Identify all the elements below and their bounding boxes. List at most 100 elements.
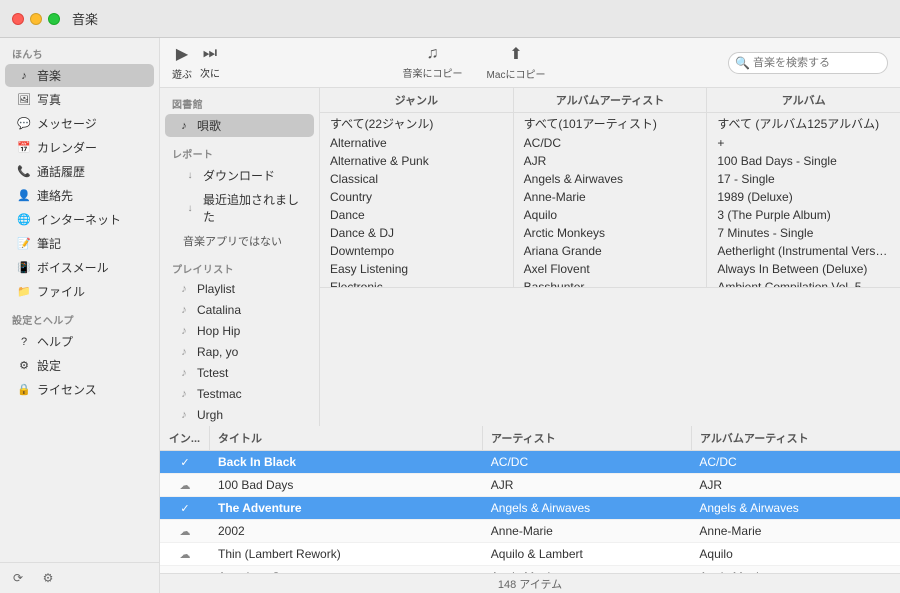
- sidebar-item-internet[interactable]: 🌐インターネット: [5, 208, 154, 231]
- playlist-icon-playlist: ♪: [177, 282, 191, 296]
- sidebar-item-files[interactable]: 📁ファイル: [5, 280, 154, 303]
- browser-item-album-artist[interactable]: Angels & Airwaves: [514, 170, 707, 188]
- mac-icon: ⬆: [509, 44, 522, 64]
- playlist-item-catalina[interactable]: ♪Catalina: [165, 300, 314, 320]
- sidebar-item-calendar[interactable]: 📅カレンダー: [5, 136, 154, 159]
- sidebar-item-messages[interactable]: 💬メッセージ: [5, 112, 154, 135]
- browser-item-album-artist[interactable]: Axel Flovent: [514, 260, 707, 278]
- browser-item-album[interactable]: +: [707, 134, 900, 152]
- next-label: 次に: [200, 65, 220, 80]
- playlist-icon-testmac: ♪: [177, 387, 191, 401]
- track-index: ✓: [160, 452, 210, 473]
- track-album-artist: Aquilo: [691, 543, 900, 565]
- track-row[interactable]: ✓ Back In Black AC/DC AC/DC: [160, 451, 900, 474]
- browser-item-album[interactable]: Always In Between (Deluxe): [707, 260, 900, 278]
- browser-item-album-artist[interactable]: AJR: [514, 152, 707, 170]
- playlist-item-playlist[interactable]: ♪ Playlist: [165, 279, 314, 299]
- browser-item-album-artist[interactable]: Anne-Marie: [514, 188, 707, 206]
- browser-item-album-artist[interactable]: AC/DC: [514, 134, 707, 152]
- sidebar-item-settings[interactable]: ⚙設定: [5, 354, 154, 377]
- sidebar-item-music[interactable]: ♪音楽: [5, 64, 154, 87]
- browser-item-album[interactable]: 1989 (Deluxe): [707, 188, 900, 206]
- track-album-artist: Angels & Airwaves: [691, 497, 900, 519]
- browser-item-genre[interactable]: Classical: [320, 170, 513, 188]
- browser-item-album-artist[interactable]: Basshunter: [514, 278, 707, 287]
- track-row[interactable]: ✓ The Adventure Angels & Airwaves Angels…: [160, 497, 900, 520]
- track-row[interactable]: ☁ 100 Bad Days AJR AJR: [160, 474, 900, 497]
- search-container: 🔍: [728, 52, 888, 74]
- browser-item-album[interactable]: Ambient Compilation Vol. 5 - Save: [707, 278, 900, 287]
- sidebar-item-call-history[interactable]: 📞通話履歴: [5, 160, 154, 183]
- col-header-title: タイトル: [210, 426, 483, 450]
- library-item-songs[interactable]: ♪唄歌: [165, 114, 314, 137]
- browser-item-album-artist[interactable]: すべて(101アーティスト): [514, 113, 707, 134]
- maximize-button[interactable]: [48, 13, 60, 25]
- sidebar-icon-license: 🔒: [17, 383, 31, 397]
- play-icon: ▶: [176, 44, 188, 64]
- track-row[interactable]: ☁ American Sports Arctic Monkeys Arctic …: [160, 566, 900, 573]
- browser-item-genre[interactable]: Country: [320, 188, 513, 206]
- sidebar-label-calendar: カレンダー: [37, 139, 97, 156]
- track-title: Thin (Lambert Rework): [210, 543, 483, 565]
- copy-to-music-button[interactable]: ♫ 音楽にコピー: [403, 45, 463, 80]
- browser-panel-list-album-artist: すべて(101アーティスト)AC/DCAJRAngels & AirwavesA…: [514, 113, 707, 287]
- sidebar-item-help[interactable]: ?ヘルプ: [5, 330, 154, 353]
- not-app-item[interactable]: 音楽アプリではない: [165, 230, 314, 252]
- browser-item-genre[interactable]: Downtempo: [320, 242, 513, 260]
- report-icon-recently-added: ↓: [183, 201, 197, 215]
- sidebar-icon-messages: 💬: [17, 117, 31, 131]
- track-artist: Anne-Marie: [483, 520, 692, 542]
- sidebar-section-header-honchi: ほんち: [0, 38, 159, 63]
- browser-item-album[interactable]: すべて (アルバム125アルバム): [707, 113, 900, 134]
- browser-item-album[interactable]: 7 Minutes - Single: [707, 224, 900, 242]
- playlist-label-playlist: Playlist: [197, 282, 235, 296]
- close-button[interactable]: [12, 13, 24, 25]
- browser-item-genre[interactable]: Alternative & Punk: [320, 152, 513, 170]
- track-row[interactable]: ☁ 2002 Anne-Marie Anne-Marie: [160, 520, 900, 543]
- search-input[interactable]: [728, 52, 888, 74]
- sidebar-item-notes[interactable]: 📝筆記: [5, 232, 154, 255]
- browser-item-album[interactable]: 17 - Single: [707, 170, 900, 188]
- col-header-artist: アーティスト: [483, 426, 692, 450]
- playlist-item-testmac[interactable]: ♪Testmac: [165, 384, 314, 404]
- playlist-icon-catalina: ♪: [177, 303, 191, 317]
- playlist-item-hop-hip[interactable]: ♪Hop Hip: [165, 321, 314, 341]
- sidebar-item-voicemail[interactable]: 📳ボイスメール: [5, 256, 154, 279]
- minimize-button[interactable]: [30, 13, 42, 25]
- sidebar-bottom-sync[interactable]: ⟳: [6, 569, 30, 587]
- track-row[interactable]: ☁ Thin (Lambert Rework) Aquilo & Lambert…: [160, 543, 900, 566]
- report-item-recently-added[interactable]: ↓最近追加されました: [165, 188, 314, 228]
- browser-item-genre[interactable]: Dance & DJ: [320, 224, 513, 242]
- browser-item-genre[interactable]: Alternative: [320, 134, 513, 152]
- copy-to-mac-button[interactable]: ⬆ Macにコピー: [487, 44, 546, 81]
- playlist-item-urgh[interactable]: ♪Urgh: [165, 405, 314, 425]
- browser-item-album-artist[interactable]: Arctic Monkeys: [514, 224, 707, 242]
- sidebar-item-contacts[interactable]: 👤連絡先: [5, 184, 154, 207]
- browser-item-genre[interactable]: Easy Listening: [320, 260, 513, 278]
- toolbar: ▶ 遊ぶ ⏭ 次に ♫ 音楽にコピー ⬆ Macにコピー 🔍: [160, 38, 900, 88]
- sidebar-item-license[interactable]: 🔒ライセンス: [5, 378, 154, 401]
- report-item-download[interactable]: ↓ダウンロード: [165, 164, 314, 187]
- sidebar-icon-call-history: 📞: [17, 165, 31, 179]
- playlist-item-tctest[interactable]: ♪Tctest: [165, 363, 314, 383]
- sidebar-bottom-settings[interactable]: ⚙: [36, 569, 60, 587]
- browser-item-album[interactable]: 3 (The Purple Album): [707, 206, 900, 224]
- browser-panel-header-album: アルバム: [707, 88, 900, 113]
- browser-item-album[interactable]: Aetherlight (Instrumental Version): [707, 242, 900, 260]
- toolbar-center: ♫ 音楽にコピー ⬆ Macにコピー: [228, 44, 720, 81]
- next-button[interactable]: ⏭ 次に: [200, 45, 220, 80]
- sidebar-item-photos[interactable]: 🖼写真: [5, 88, 154, 111]
- browser-item-album-artist[interactable]: Aquilo: [514, 206, 707, 224]
- browser-item-album[interactable]: 100 Bad Days - Single: [707, 152, 900, 170]
- track-index: ☁: [160, 521, 210, 542]
- browser-item-album-artist[interactable]: Ariana Grande: [514, 242, 707, 260]
- browser-item-genre[interactable]: Electronic: [320, 278, 513, 287]
- browser-item-genre[interactable]: Dance: [320, 206, 513, 224]
- track-album-artist: AJR: [691, 474, 900, 496]
- sidebar-label-notes: 筆記: [37, 235, 61, 252]
- status-text: 148 アイテム: [498, 576, 562, 592]
- play-button[interactable]: ▶ 遊ぶ: [172, 44, 192, 81]
- browser-item-genre[interactable]: すべて(22ジャンル): [320, 113, 513, 134]
- traffic-lights: [12, 13, 60, 25]
- playlist-item-rap-yo[interactable]: ♪Rap, yo: [165, 342, 314, 362]
